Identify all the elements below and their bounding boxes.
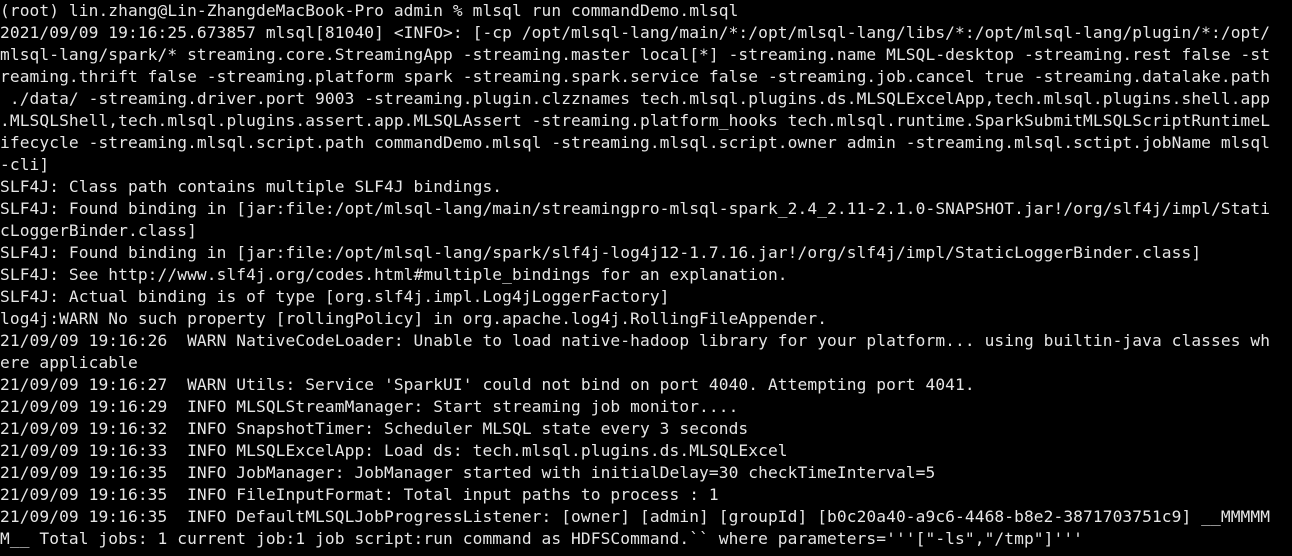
terminal-line-info-cp-args: reaming.thrift false -streaming.platform… [0, 67, 1271, 86]
terminal-line-info-cp-args: ./data/ -streaming.driver.port 9003 -str… [0, 89, 1271, 108]
terminal-line-log-info: 21/09/09 19:16:32 INFO SnapshotTimer: Sc… [0, 419, 749, 438]
terminal-line-log-warn: 21/09/09 19:16:26 WARN NativeCodeLoader:… [0, 331, 1271, 350]
terminal-line-info-cp-args: mlsql-lang/spark/* streaming.core.Stream… [0, 45, 1271, 64]
terminal-window[interactable]: (root) lin.zhang@Lin-ZhangdeMacBook-Pro … [0, 0, 1292, 556]
terminal-line-log-info: 21/09/09 19:16:29 INFO MLSQLStreamManage… [0, 397, 739, 416]
terminal-line-log-info: 21/09/09 19:16:35 INFO FileInputFormat: … [0, 485, 719, 504]
terminal-line-slf4j: SLF4J: Class path contains multiple SLF4… [0, 177, 503, 196]
terminal-line-log-warn: ere applicable [0, 353, 138, 372]
terminal-line-log-info: 21/09/09 19:16:35 INFO JobManager: JobMa… [0, 463, 936, 482]
terminal-line-command-prompt: (root) lin.zhang@Lin-ZhangdeMacBook-Pro … [0, 1, 739, 20]
terminal-line-log-info: M__ Total jobs: 1 current job:1 job scri… [0, 529, 1084, 548]
terminal-line-slf4j: cLoggerBinder.class] [0, 221, 197, 240]
terminal-line-info-cp-args: .MLSQLShell,tech.mlsql.plugins.assert.ap… [0, 111, 1271, 130]
terminal-line-log-warn: 21/09/09 19:16:27 WARN Utils: Service 'S… [0, 375, 975, 394]
terminal-line-info-cp-args: ifecycle -streaming.mlsql.script.path co… [0, 133, 1271, 152]
terminal-line-slf4j: SLF4J: See http://www.slf4j.org/codes.ht… [0, 265, 788, 284]
terminal-line-info-cp-args: 2021/09/09 19:16:25.673857 mlsql[81040] … [0, 23, 1271, 42]
terminal-line-slf4j: SLF4J: Found binding in [jar:file:/opt/m… [0, 199, 1271, 218]
terminal-line-log-info: 21/09/09 19:16:35 INFO DefaultMLSQLJobPr… [0, 507, 1271, 526]
terminal-line-info-cp-args: -cli] [0, 155, 50, 174]
terminal-line-slf4j: SLF4J: Found binding in [jar:file:/opt/m… [0, 243, 1202, 262]
terminal-line-empty [0, 550, 1292, 556]
terminal-line-log-info: 21/09/09 19:16:33 INFO MLSQLExcelApp: Lo… [0, 441, 788, 460]
terminal-line-log4j-warn: log4j:WARN No such property [rollingPoli… [0, 309, 828, 328]
terminal-line-slf4j: SLF4J: Actual binding is of type [org.sl… [0, 287, 670, 306]
